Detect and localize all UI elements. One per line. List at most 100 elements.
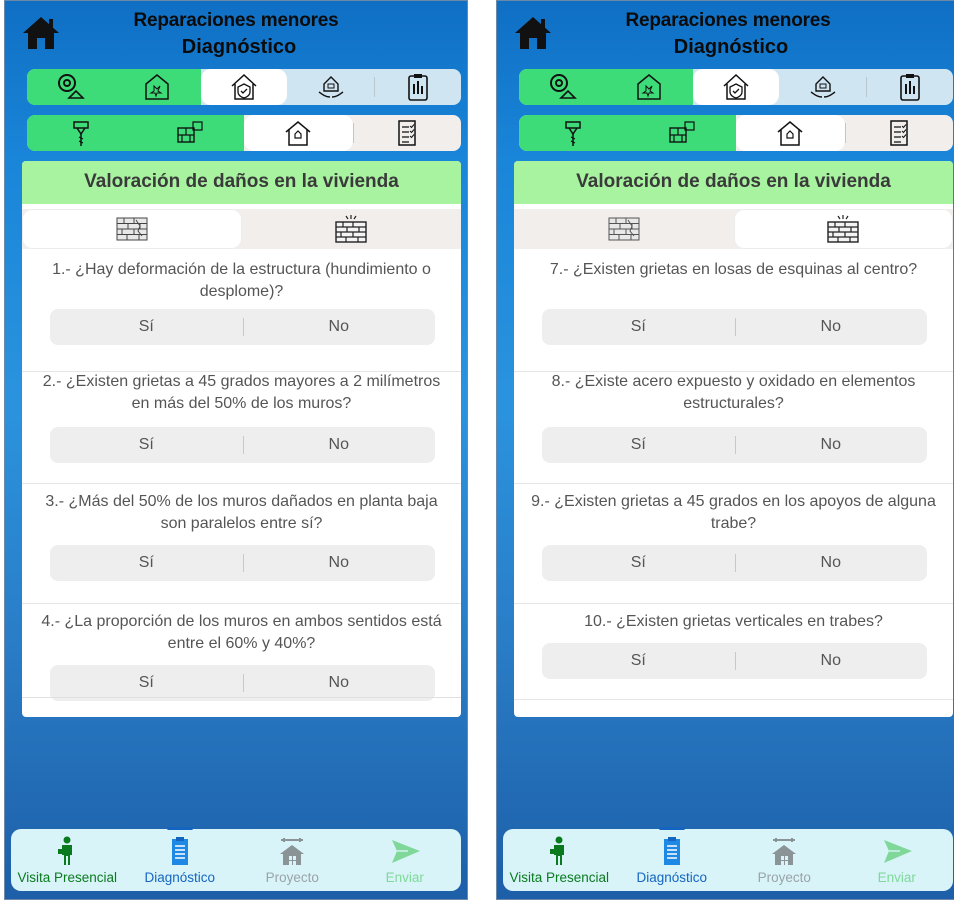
- answer-yes[interactable]: Sí: [542, 545, 735, 581]
- nav-visita-presencial[interactable]: Visita Presencial: [11, 829, 124, 891]
- nav-diagnostico[interactable]: Diagnóstico: [124, 827, 237, 891]
- bottom-nav: Visita Presencial Diagnóstico Proyecto E…: [503, 827, 954, 891]
- answer-toggle: Sí No: [50, 427, 435, 463]
- substep-tools[interactable]: [519, 115, 628, 151]
- send-icon: [391, 840, 420, 863]
- nav-proyecto[interactable]: Proyecto: [728, 829, 841, 891]
- answer-toggle: Sí No: [50, 309, 435, 345]
- checklist-icon: [398, 120, 416, 146]
- substep-walls[interactable]: [627, 115, 736, 151]
- substep-tools[interactable]: [27, 115, 136, 151]
- answer-toggle: Sí No: [50, 665, 435, 701]
- page-subtitle: Diagnóstico: [673, 36, 789, 58]
- divider: [22, 697, 461, 698]
- step-location[interactable]: [27, 69, 114, 105]
- answer-yes[interactable]: Sí: [50, 665, 243, 701]
- question-10: 10.- ¿Existen grietas verticales en trab…: [514, 611, 953, 700]
- nav-enviar[interactable]: Enviar: [349, 829, 462, 891]
- drill-icon: [73, 121, 89, 146]
- nav-label: Diagnóstico: [636, 870, 708, 885]
- answer-no[interactable]: No: [734, 545, 928, 581]
- location-house-icon: [550, 74, 578, 99]
- question-2: 2.- ¿Existen grietas a 45 grados mayores…: [22, 371, 461, 484]
- subtab-damaged-wall[interactable]: [242, 209, 462, 249]
- nav-diagnostico[interactable]: Diagnóstico: [616, 827, 729, 891]
- app-header: Reparaciones menores Diagnóstico: [497, 1, 954, 67]
- nav-enviar[interactable]: Enviar: [841, 829, 954, 891]
- substep-house[interactable]: [736, 115, 845, 151]
- drill-icon: [565, 121, 581, 146]
- nav-proyecto[interactable]: Proyecto: [236, 829, 349, 891]
- step-report[interactable]: [866, 69, 953, 105]
- answer-yes[interactable]: Sí: [50, 427, 243, 463]
- substep-house[interactable]: [244, 115, 353, 151]
- step-protection[interactable]: [692, 69, 780, 105]
- answer-no[interactable]: No: [734, 309, 928, 345]
- step-protection[interactable]: [200, 69, 288, 105]
- subtab-damaged-wall[interactable]: [733, 209, 953, 249]
- subtab-brick-wall[interactable]: [22, 209, 242, 249]
- answer-no[interactable]: No: [242, 545, 436, 581]
- answer-yes[interactable]: Sí: [542, 427, 735, 463]
- hands-house-icon: [810, 76, 836, 98]
- answer-yes[interactable]: Sí: [542, 309, 735, 345]
- active-indicator: [166, 827, 193, 830]
- nav-visita-presencial[interactable]: Visita Presencial: [503, 829, 616, 891]
- house-outline-icon: [777, 121, 803, 146]
- answer-yes[interactable]: Sí: [542, 643, 735, 679]
- section-title: Valoración de daños en la vivienda: [22, 161, 461, 204]
- question-8: 8.- ¿Existe acero expuesto y oxidado en …: [514, 371, 953, 484]
- screen-right: Reparaciones menores Diagnóstico Valorac…: [496, 0, 954, 900]
- answer-no[interactable]: No: [734, 643, 928, 679]
- house-damage-icon: [145, 74, 169, 100]
- person-icon: [58, 836, 73, 865]
- assessment-card: Valoración de daños en la vivienda 7.- ¿…: [514, 161, 953, 717]
- answer-no[interactable]: No: [242, 427, 436, 463]
- house-shield-icon: [231, 73, 257, 100]
- nav-label: Proyecto: [757, 870, 811, 885]
- step-report[interactable]: [374, 69, 461, 105]
- page-subtitle: Diagnóstico: [181, 36, 297, 58]
- question-1: 1.- ¿Hay deformación de la estructura (h…: [22, 259, 461, 372]
- assessment-card: Valoración de daños en la vivienda 1.- ¿…: [22, 161, 461, 717]
- answer-no[interactable]: No: [242, 665, 436, 701]
- screen-left: Reparaciones menores Diagnóstico Valorac…: [4, 0, 468, 900]
- substep-checklist[interactable]: [352, 115, 462, 151]
- bottom-nav: Visita Presencial Diagnóstico Proyecto E…: [11, 827, 462, 891]
- question-text: 7.- ¿Existen grietas en losas de esquina…: [549, 261, 918, 278]
- answer-toggle: Sí No: [542, 545, 927, 581]
- step-damage[interactable]: [113, 69, 201, 105]
- subtabs: [514, 209, 953, 249]
- answer-toggle: Sí No: [542, 643, 927, 679]
- answer-yes[interactable]: Sí: [50, 309, 243, 345]
- substep-walls[interactable]: [135, 115, 244, 151]
- answer-toggle: Sí No: [542, 427, 927, 463]
- section-title: Valoración de daños en la vivienda: [514, 161, 953, 204]
- subtab-brick-wall[interactable]: [514, 209, 734, 249]
- step-hands-house[interactable]: [287, 69, 374, 105]
- clipboard-report-icon: [407, 74, 428, 101]
- question-3: 3.- ¿Más del 50% de los muros dañados en…: [22, 491, 461, 604]
- answer-toggle: Sí No: [542, 309, 927, 345]
- question-text: 3.- ¿Más del 50% de los muros dañados en…: [45, 493, 438, 532]
- step-damage[interactable]: [605, 69, 693, 105]
- question-9: 9.- ¿Existen grietas a 45 grados en los …: [514, 491, 953, 604]
- wall-trowel-icon: [669, 121, 695, 143]
- subtabs: [22, 209, 461, 249]
- answer-no[interactable]: No: [242, 309, 436, 345]
- substep-checklist[interactable]: [844, 115, 954, 151]
- question-text: 2.- ¿Existen grietas a 45 grados mayores…: [42, 373, 441, 412]
- answer-no[interactable]: No: [734, 427, 928, 463]
- house-shield-icon: [723, 73, 749, 100]
- step-hands-house[interactable]: [779, 69, 866, 105]
- house-outline-icon: [285, 121, 311, 146]
- step-location[interactable]: [519, 69, 606, 105]
- nav-label: Diagnóstico: [144, 870, 216, 885]
- house-tools-icon: [280, 838, 305, 865]
- answer-yes[interactable]: Sí: [50, 545, 243, 581]
- clipboard-icon: [171, 837, 188, 865]
- location-house-icon: [58, 74, 86, 99]
- nav-label: Enviar: [385, 870, 424, 885]
- answer-toggle: Sí No: [50, 545, 435, 581]
- damaged-wall-icon: [335, 215, 367, 243]
